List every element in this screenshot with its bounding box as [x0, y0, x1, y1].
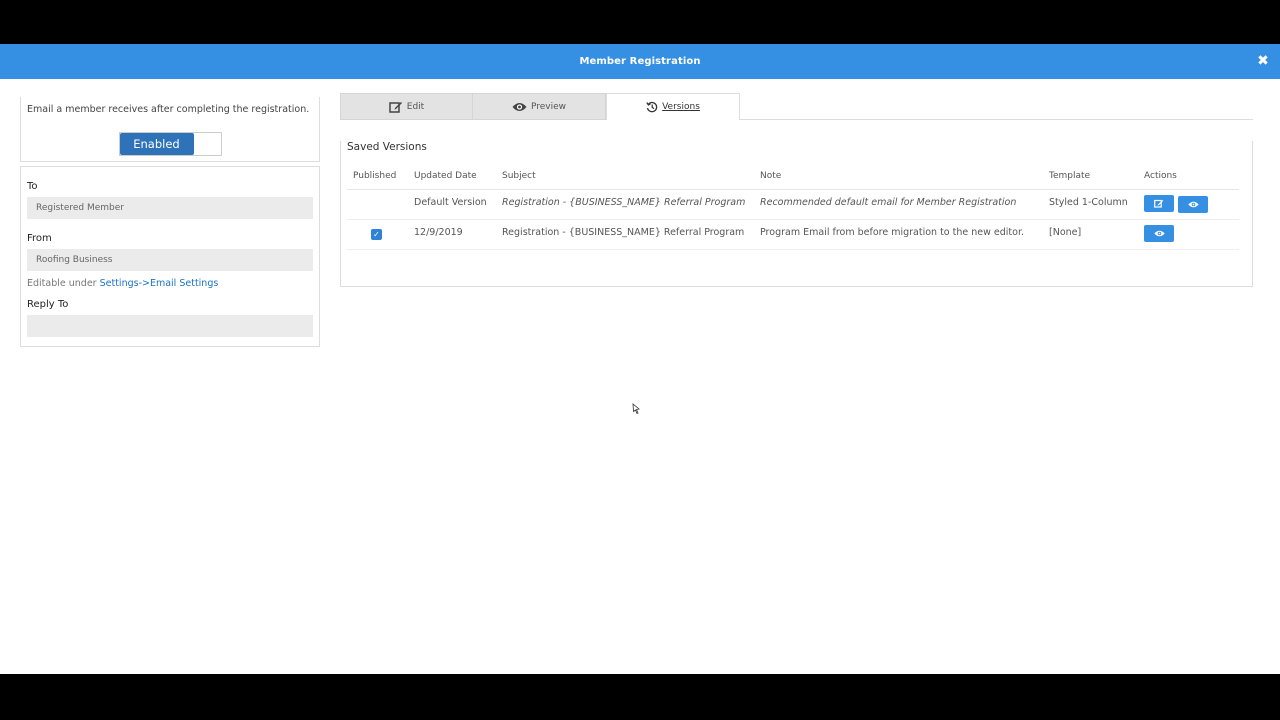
col-published: Published: [347, 164, 408, 190]
subject-cell: Registration - {BUSINESS_NAME} Referral …: [496, 189, 754, 220]
edit-version-button[interactable]: [1144, 194, 1174, 212]
tab-versions[interactable]: Versions: [606, 93, 740, 120]
reply-to-label: Reply To: [27, 299, 69, 310]
template-cell: [None]: [1043, 219, 1138, 250]
history-icon: [646, 101, 658, 113]
edit-icon: [1154, 199, 1164, 208]
subject-cell: Registration - {BUSINESS_NAME} Referral …: [496, 219, 754, 250]
modal: Member Registration ✖ Email a member rec…: [0, 44, 1280, 674]
toggle-off-half[interactable]: [193, 133, 221, 155]
versions-pane: Saved Versions Published Updated Date Su…: [340, 141, 1253, 287]
versions-table: Published Updated Date Subject Note Temp…: [347, 164, 1239, 250]
col-updated-date: Updated Date: [408, 164, 496, 190]
col-actions: Actions: [1138, 164, 1239, 190]
tab-edit-label: Edit: [406, 101, 425, 112]
date-cell: 12/9/2019: [408, 219, 496, 250]
close-icon[interactable]: ✖: [1256, 54, 1270, 68]
tab-preview[interactable]: Preview: [472, 93, 606, 120]
note-cell: Program Email from before migration to t…: [754, 219, 1043, 250]
preview-version-button[interactable]: [1178, 195, 1209, 213]
note-cell: Recommended default email for Member Reg…: [754, 189, 1043, 220]
eye-icon: [512, 102, 527, 111]
eye-icon: [1153, 230, 1165, 236]
to-label: To: [27, 181, 38, 192]
mouse-cursor-icon: [632, 403, 640, 415]
date-cell: Default Version: [408, 189, 496, 220]
table-row: ✓ 12/9/2019 Registration - {BUSINESS_NAM…: [347, 219, 1239, 250]
tab-versions-label: Versions: [662, 102, 700, 112]
recipients-box: To Registered Member From Roofing Busine…: [20, 166, 320, 347]
toggle-enabled-label[interactable]: Enabled: [119, 133, 194, 155]
table-header-row: Published Updated Date Subject Note Temp…: [347, 164, 1239, 190]
published-cell: [347, 189, 408, 220]
reply-to-field[interactable]: [27, 315, 313, 337]
template-cell: Styled 1-Column: [1043, 189, 1138, 220]
from-hint: Editable under Settings->Email Settings: [27, 278, 313, 289]
actions-cell: [1138, 219, 1239, 250]
status-box: Email a member receives after completing…: [20, 97, 320, 162]
modal-header: Member Registration ✖: [0, 44, 1280, 79]
from-label: From: [27, 233, 52, 244]
tab-bar: Edit Preview Versions: [340, 93, 1253, 120]
eye-icon: [1187, 201, 1199, 207]
from-field: Roofing Business: [27, 249, 313, 271]
enabled-toggle[interactable]: Enabled: [118, 132, 222, 156]
table-row: Default Version Registration - {BUSINESS…: [347, 189, 1239, 220]
tab-preview-label: Preview: [530, 101, 567, 112]
email-settings-link[interactable]: Settings->Email Settings: [100, 278, 219, 289]
saved-versions-title: Saved Versions: [347, 141, 427, 153]
col-subject: Subject: [496, 164, 754, 190]
email-description: Email a member receives after completing…: [27, 104, 310, 115]
col-note: Note: [754, 164, 1043, 190]
settings-panel: Email a member receives after completing…: [20, 97, 320, 347]
to-field: Registered Member: [27, 197, 313, 219]
hint-prefix: Editable under: [27, 278, 100, 289]
published-checkbox[interactable]: ✓: [371, 228, 382, 240]
modal-title: Member Registration: [579, 56, 701, 67]
col-template: Template: [1043, 164, 1138, 190]
tab-edit[interactable]: Edit: [340, 93, 472, 120]
editor-panel: Edit Preview Versions Saved Versions Pub…: [340, 93, 1253, 287]
published-cell: ✓: [347, 219, 408, 250]
edit-icon: [389, 101, 402, 113]
preview-version-button[interactable]: [1144, 224, 1174, 242]
actions-cell: [1138, 189, 1239, 220]
